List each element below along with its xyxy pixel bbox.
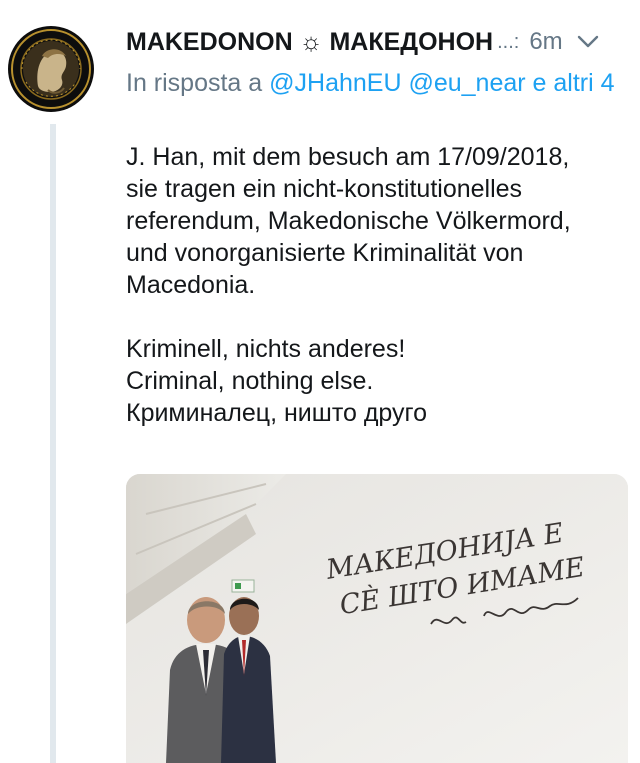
tweet-media-image[interactable]: МАКЕДОНИЈА Е СÈ ШТО ИМАМЕ [126,474,628,763]
reply-context: In risposta a @JHahnEU @eu_near e altri … [126,67,626,99]
reply-prefix: In risposta a [126,69,270,97]
coin-portrait-avatar [9,27,93,111]
text-line: Kriminell, nichts anderes! [126,335,406,363]
tweet-paragraph: J. Han, mit dem besuch am 17/09/2018, si… [126,141,626,301]
text-line: Criminal, nothing else. [126,367,374,395]
timestamp[interactable]: 6m [529,28,562,56]
text-line: J. Han, mit dem besuch am 17/09/2018, [126,143,570,171]
author-name[interactable]: MAKEDONON ☼ МАКЕДОНОН [126,28,493,57]
tweet-header: MAKEDONON ☼ МАКЕДОНОН ...: 6m [126,22,632,62]
thread-line [50,124,56,763]
avatar[interactable] [8,26,94,112]
text-line: und vonorganisierte Kriminalität von [126,239,524,267]
text-line: Macedonia. [126,271,256,299]
reply-others-link[interactable]: e altri 4 [526,69,615,97]
name-overflow: ...: [497,30,520,53]
text-line: sie tragen ein nicht-konstitutionelles [126,175,523,203]
text-line: Криминалец, ништо друго [126,399,428,427]
tweet-text: J. Han, mit dem besuch am 17/09/2018, si… [126,141,626,429]
mention-link[interactable]: @eu_near [408,69,525,97]
text-line: referendum, Makedonische Völkermord, [126,207,571,235]
tweet[interactable]: MAKEDONON ☼ МАКЕДОНОН ...: 6m In rispost… [0,0,640,763]
tweet-paragraph: Kriminell, nichts anderes! Criminal, not… [126,333,626,429]
exit-sign-icon [231,579,255,593]
chevron-down-icon[interactable] [577,35,599,49]
mention-link[interactable]: @JHahnEU [269,69,401,97]
